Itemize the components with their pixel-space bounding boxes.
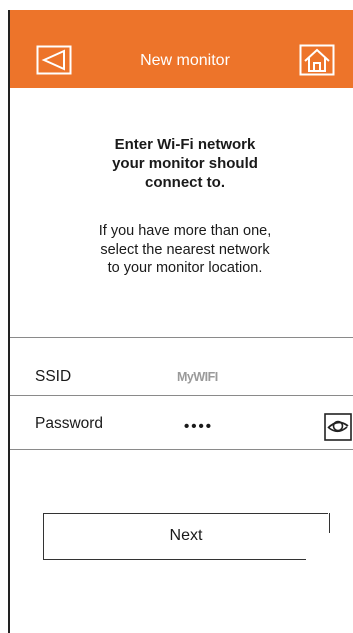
password-label: Password [35, 415, 104, 432]
divider [10, 337, 353, 338]
divider [10, 449, 353, 450]
divider [10, 395, 353, 396]
button-border [44, 558, 306, 560]
header-bar: New monitor [10, 10, 353, 88]
password-field[interactable]: •••• [184, 418, 213, 435]
ssid-label: SSID [35, 368, 72, 385]
home-icon [299, 44, 335, 76]
instruction-heading: Enter Wi-Fi network your monitor should … [112, 136, 258, 191]
back-icon [36, 45, 72, 75]
show-password-button[interactable] [324, 413, 352, 441]
screen: New monitor Enter Wi-Fi network your mon… [8, 10, 353, 633]
back-button[interactable] [36, 45, 72, 75]
next-button[interactable]: Next [43, 512, 330, 560]
instruction-description: If you have more than one, select the ne… [98, 223, 272, 276]
next-button-label: Next [169, 527, 203, 544]
page-title: New monitor [140, 52, 230, 69]
ssid-field[interactable]: MyWIFI [177, 370, 218, 384]
eye-icon [324, 413, 352, 441]
home-button[interactable] [299, 44, 335, 76]
